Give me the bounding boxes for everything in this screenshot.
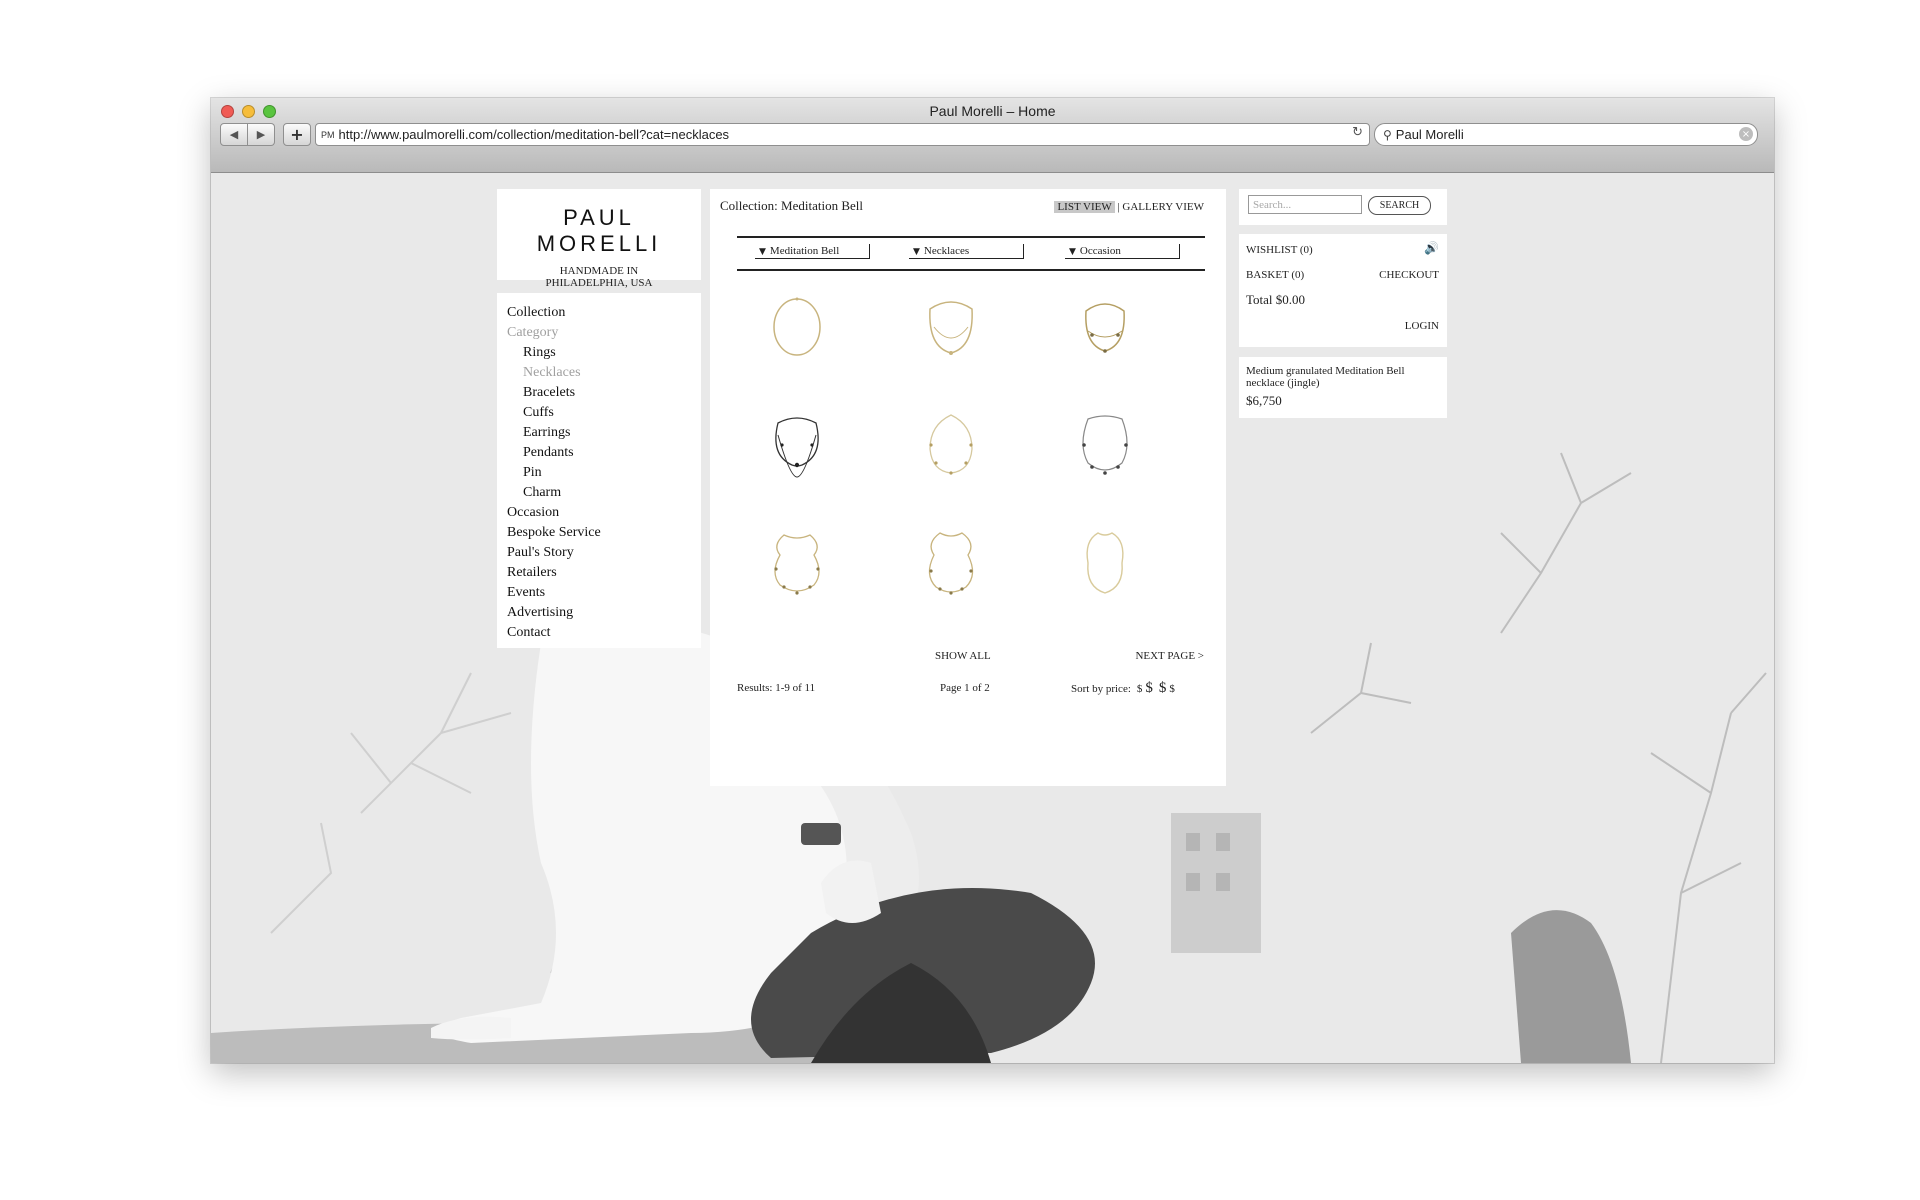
- tagline: HANDMADE IN PHILADELPHIA, USA: [497, 265, 701, 289]
- site-search-input[interactable]: [1248, 195, 1362, 214]
- show-all-link[interactable]: SHOW ALL: [935, 650, 991, 662]
- sort-by-price: Sort by price: $ $ $ $: [1071, 680, 1175, 697]
- clear-icon[interactable]: ×: [1739, 127, 1753, 141]
- sort-label: Sort by price:: [1071, 683, 1131, 695]
- product-name: Medium granulated Meditation Bell neckla…: [1246, 365, 1405, 389]
- product-thumb-2[interactable]: [891, 277, 1011, 377]
- submenu-item-pendants[interactable]: Pendants: [507, 443, 701, 463]
- menu-item-contact[interactable]: Contact: [507, 623, 701, 643]
- list-view-link[interactable]: LIST VIEW: [1054, 201, 1115, 213]
- page-indicator: Page 1 of 2: [940, 682, 990, 694]
- submenu-item-charm[interactable]: Charm: [507, 483, 701, 503]
- dropdown-triangle-icon: ▼: [1069, 247, 1076, 257]
- product-thumb-8[interactable]: [891, 513, 1011, 613]
- submenu-item-necklaces[interactable]: Necklaces: [507, 363, 701, 383]
- submenu-item-earrings[interactable]: Earrings: [507, 423, 701, 443]
- menu-item-occasion[interactable]: Occasion: [507, 503, 701, 523]
- submenu-item-bracelets[interactable]: Bracelets: [507, 383, 701, 403]
- site-logo[interactable]: PAUL MORELLI: [497, 205, 701, 257]
- sort-price-low[interactable]: $: [1137, 683, 1143, 695]
- product-thumb-5[interactable]: [891, 395, 1011, 495]
- window-title: Paul Morelli – Home: [929, 103, 1056, 119]
- menu-item-events[interactable]: Events: [507, 583, 701, 603]
- site-favicon: PM: [321, 129, 335, 140]
- submenu-item-rings[interactable]: Rings: [507, 343, 701, 363]
- next-page-link[interactable]: NEXT PAGE >: [1135, 650, 1204, 662]
- product-thumb-6[interactable]: [1045, 395, 1165, 495]
- submenu-item-cuffs[interactable]: Cuffs: [507, 403, 701, 423]
- forward-icon[interactable]: ▶: [248, 123, 275, 146]
- search-icon: ⚲: [1383, 127, 1392, 142]
- collection-title: Collection: Meditation Bell: [720, 198, 863, 213]
- wishlist-link[interactable]: WISHLIST (0): [1246, 244, 1313, 256]
- filter-collection-dropdown[interactable]: ▼ Meditation Bell: [755, 244, 870, 259]
- menu-item-category[interactable]: Category: [507, 323, 701, 343]
- tagline-line-1: HANDMADE IN: [559, 265, 639, 277]
- menu-item-collection[interactable]: Collection: [507, 303, 701, 323]
- page-viewport: PAUL MORELLI HANDMADE IN PHILADELPHIA, U…: [211, 173, 1774, 1063]
- menu-item-retailers[interactable]: Retailers: [507, 563, 701, 583]
- menu-item-pauls-story[interactable]: Paul's Story: [507, 543, 701, 563]
- filter-occasion-label: Occasion: [1079, 245, 1121, 257]
- sort-price-high[interactable]: $: [1159, 680, 1167, 696]
- basket-panel: WISHLIST (0) 🔊 BASKET (0) CHECKOUT Total…: [1239, 234, 1447, 347]
- browser-search-field[interactable]: ⚲ Paul Morelli ×: [1374, 123, 1758, 146]
- menu-item-bespoke-service[interactable]: Bespoke Service: [507, 523, 701, 543]
- dropdown-triangle-icon: ▼: [913, 247, 920, 257]
- browser-toolbar: Paul Morelli – Home ◀ ▶ + PM http://www.…: [211, 98, 1774, 173]
- checkout-link[interactable]: CHECKOUT: [1379, 269, 1439, 281]
- submenu-item-pin[interactable]: Pin: [507, 463, 701, 483]
- main-menu: Collection Category Rings Necklaces Brac…: [497, 293, 701, 648]
- filter-bar: ▼ Meditation Bell ▼ Necklaces ▼ Occasion: [737, 236, 1205, 271]
- product-thumb-9[interactable]: [1045, 513, 1165, 613]
- product-thumb-7[interactable]: [737, 513, 857, 613]
- browser-search-text[interactable]: Paul Morelli: [1396, 127, 1464, 142]
- filter-occasion-dropdown[interactable]: ▼ Occasion: [1065, 244, 1180, 259]
- menu-item-advertising[interactable]: Advertising: [507, 603, 701, 623]
- view-separator: |: [1117, 201, 1120, 213]
- sort-price-mid[interactable]: $: [1145, 680, 1153, 696]
- sort-price-highest[interactable]: $: [1169, 683, 1175, 695]
- product-thumb-1[interactable]: [737, 277, 857, 377]
- back-icon[interactable]: ◀: [220, 123, 248, 146]
- basket-link[interactable]: BASKET (0): [1246, 269, 1304, 281]
- tagline-line-2: PHILADELPHIA, USA: [545, 277, 653, 289]
- search-button[interactable]: SEARCH: [1368, 196, 1431, 215]
- filter-category-label: Necklaces: [923, 245, 970, 257]
- dropdown-triangle-icon: ▼: [759, 247, 766, 257]
- results-count: Results: 1-9 of 11: [737, 682, 816, 694]
- filter-collection-label: Meditation Bell: [769, 245, 840, 257]
- view-switcher: LIST VIEW | GALLERY VIEW: [1054, 201, 1204, 213]
- url-text[interactable]: http://www.paulmorelli.com/collection/me…: [339, 127, 730, 142]
- brand-panel: PAUL MORELLI HANDMADE IN PHILADELPHIA, U…: [497, 189, 701, 289]
- product-thumb-4[interactable]: [737, 395, 857, 495]
- plus-icon[interactable]: +: [283, 123, 311, 146]
- product-thumb-3[interactable]: [1045, 277, 1165, 377]
- product-listing: Collection: Meditation Bell LIST VIEW | …: [710, 189, 1226, 786]
- gallery-view-link[interactable]: GALLERY VIEW: [1122, 201, 1204, 213]
- browser-window: Paul Morelli – Home ◀ ▶ + PM http://www.…: [211, 98, 1774, 1063]
- login-link[interactable]: LOGIN: [1405, 320, 1439, 332]
- product-price: $6,750: [1246, 393, 1282, 408]
- history-nav: ◀ ▶: [220, 123, 275, 146]
- product-info-panel: Medium granulated Meditation Bell neckla…: [1239, 357, 1447, 418]
- basket-total: Total $0.00: [1246, 292, 1306, 307]
- reload-icon[interactable]: ↻: [1352, 125, 1363, 140]
- speaker-icon[interactable]: 🔊: [1424, 241, 1439, 255]
- filter-category-dropdown[interactable]: ▼ Necklaces: [909, 244, 1024, 259]
- site-search-panel: SEARCH: [1239, 189, 1447, 225]
- address-bar[interactable]: PM http://www.paulmorelli.com/collection…: [315, 123, 1370, 146]
